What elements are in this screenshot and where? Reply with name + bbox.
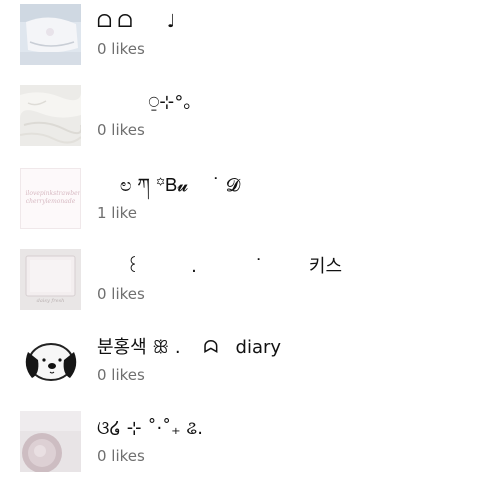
like-count: 0 likes [97, 446, 145, 465]
list-item[interactable]: ilovepinkstrawberry cherrylemonade ಲ ཀ ꙳… [0, 167, 500, 229]
item-title: ಲ ཀ ꙳Ᏼ𝓾 ˙ 𝓓 [97, 174, 240, 196]
item-title: ᗝ ᗝ ♩ [97, 10, 176, 32]
item-title: ꒰ . ˙ 키스 [97, 255, 342, 277]
like-count: 0 likes [97, 365, 145, 384]
like-count: 1 like [97, 203, 138, 222]
like-count: 0 likes [97, 120, 145, 139]
like-count: 0 likes [97, 284, 145, 303]
puppy-character-icon [20, 329, 81, 391]
item-title: ଓ໒ ⊹ ˚·˚₊ ଌ. [97, 417, 203, 439]
list-item[interactable]: ଓ໒ ⊹ ˚·˚₊ ଌ. 0 likes [0, 410, 500, 472]
thumb-text: ilovepinkstrawberry cherrylemonade [25, 190, 81, 205]
list-item[interactable]: 분홍색 ꕥ . ᗣ diary 0 likes [0, 329, 500, 391]
latte-cup-photo-icon [20, 410, 81, 472]
item-title: 분홍색 ꕥ . ᗣ diary [97, 336, 282, 358]
pink-tray-photo-icon: daisy fresh [20, 248, 81, 310]
list-item[interactable]: ⍜⊹°｡ 0 likes [0, 84, 500, 146]
tray-caption: daisy fresh [36, 297, 65, 304]
like-count: 0 likes [97, 39, 145, 58]
item-title: ⍜⊹°｡ [97, 91, 193, 113]
list-item[interactable]: daisy fresh ꒰ . ˙ 키스 0 likes [0, 248, 500, 310]
playlist-list: ᗝ ᗝ ♩ 0 likes ⍜⊹°｡ 0 likes ilovepinkstra… [0, 0, 500, 500]
text-card-image-icon: ilovepinkstrawberry cherrylemonade [20, 167, 81, 229]
white-fabric-photo-icon [20, 84, 81, 146]
white-pillow-photo-icon [20, 3, 81, 65]
list-item[interactable]: ᗝ ᗝ ♩ 0 likes [0, 3, 500, 65]
